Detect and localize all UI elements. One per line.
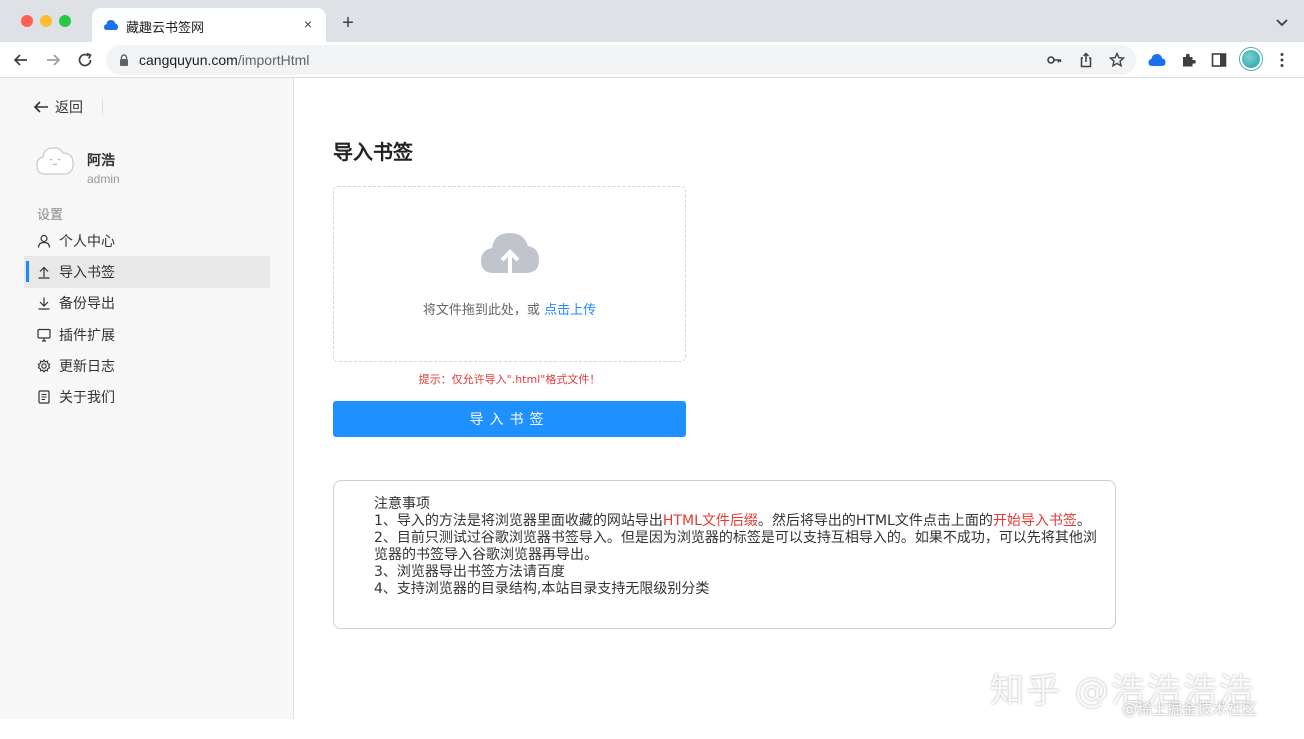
arrow-left-icon (33, 101, 48, 113)
format-hint: 提示：仅允许导入".html"格式文件！ (418, 373, 601, 386)
sidebar-item-import[interactable]: 导入书签 (24, 256, 270, 288)
back-label: 返回 (55, 100, 83, 116)
url-path: /importHtml (237, 52, 310, 68)
page: 返回 阿浩 admin 设置 个人中心 导入书签 备份导出 插件扩展 更新日志 … (0, 78, 1304, 739)
more-menu-icon[interactable] (1273, 51, 1291, 69)
address-bar[interactable]: cangquyun.com/importHtml (106, 45, 1136, 75)
back-arrow-icon[interactable] (11, 50, 31, 70)
dropzone-text: 将文件拖到此处，或 点击上传 (334, 299, 685, 318)
import-bookmarks-button[interactable]: 导入书签 (333, 401, 686, 437)
settings-menu: 个人中心 导入书签 备份导出 插件扩展 更新日志 关于我们 (24, 225, 270, 413)
notes-text: 。然后将导出的HTML文件点击上面的 (757, 513, 993, 529)
user-name: 阿浩 (87, 153, 115, 169)
browser-tabbar: 藏趣云书签网 × + (0, 0, 1304, 42)
lock-icon (120, 54, 128, 66)
sidebar-item-profile[interactable]: 个人中心 (24, 225, 270, 256)
new-tab-button[interactable]: + (338, 13, 358, 33)
sidebar-item-label: 插件扩展 (59, 327, 115, 344)
sidebar: 返回 阿浩 admin 设置 个人中心 导入书签 备份导出 插件扩展 更新日志 … (0, 78, 294, 719)
sidebar-item-label: 备份导出 (59, 296, 115, 313)
upload-link[interactable]: 点击上传 (544, 303, 596, 318)
cloud-upload-icon (481, 233, 539, 273)
sidebar-item-export[interactable]: 备份导出 (24, 288, 270, 319)
notes-text: 1、导入的方法是将浏览器里面收藏的网站导出 (374, 513, 663, 529)
url-host: cangquyun.com (139, 52, 238, 68)
star-icon[interactable] (1109, 52, 1125, 68)
main-content: 导入书签 将文件拖到此处，或 点击上传 提示：仅允许导入".html"格式文件！… (294, 78, 1304, 739)
juejin-watermark: @稀土掘金技术社区 (1122, 700, 1258, 718)
sidebar-item-about[interactable]: 关于我们 (24, 381, 270, 412)
url-text: cangquyun.com/importHtml (139, 52, 309, 68)
tab-title: 藏趣云书签网 (126, 21, 205, 36)
sidebar-item-label: 关于我们 (59, 390, 115, 407)
notes-line-1: 1、导入的方法是将浏览器里面收藏的网站导出HTML文件后缀。然后将导出的HTML… (374, 513, 1103, 530)
side-panel-icon[interactable] (1210, 51, 1228, 69)
dropzone-instruction: 将文件拖到此处，或 (422, 303, 540, 318)
download-icon (38, 297, 50, 310)
document-icon (38, 390, 50, 404)
window-close-button[interactable] (21, 15, 33, 27)
window-zoom-button[interactable] (59, 15, 71, 27)
user-avatar (36, 147, 74, 175)
cloud-favicon-icon (104, 20, 118, 30)
gear-icon (37, 358, 51, 373)
tab-close-icon[interactable]: × (300, 16, 316, 32)
notes-line-2: 2、目前只测试过谷歌浏览器书签导入。但是因为浏览器的标签是可以支持互相导入的。如… (374, 530, 1097, 563)
user-role: admin (87, 172, 120, 186)
notes-heading: 注意事项 (374, 496, 430, 512)
browser-toolbar: cangquyun.com/importHtml (0, 42, 1304, 78)
notes-highlight: 开始导入书签 (992, 513, 1077, 529)
notes-highlight: HTML文件后缀 (662, 513, 758, 529)
browser-tab[interactable]: 藏趣云书签网 × (92, 8, 326, 42)
notes-box: 注意事项 1、导入的方法是将浏览器里面收藏的网站导出HTML文件后缀。然后将导出… (333, 480, 1116, 629)
page-title: 导入书签 (333, 140, 413, 164)
window-minimize-button[interactable] (40, 15, 52, 27)
divider (102, 99, 103, 115)
key-icon[interactable] (1046, 52, 1062, 68)
notes-text: 。 (1076, 513, 1091, 529)
file-dropzone[interactable]: 将文件拖到此处，或 点击上传 (333, 186, 686, 362)
forward-arrow-icon[interactable] (43, 50, 63, 70)
settings-section-label: 设置 (37, 208, 64, 223)
share-icon[interactable] (1078, 52, 1094, 68)
user-icon (37, 234, 51, 248)
upload-icon (38, 266, 50, 279)
puzzle-icon[interactable] (1180, 51, 1198, 69)
profile-avatar[interactable] (1240, 48, 1262, 70)
chevron-down-icon[interactable] (1274, 14, 1290, 30)
notes-line-3: 3、浏览器导出书签方法请百度 (374, 564, 565, 580)
cloud-extension-icon[interactable] (1148, 51, 1166, 69)
back-link[interactable]: 返回 (33, 98, 83, 116)
sidebar-item-label: 个人中心 (59, 233, 115, 250)
sidebar-item-label: 更新日志 (59, 358, 115, 375)
sidebar-item-changelog[interactable]: 更新日志 (24, 350, 270, 381)
reload-icon[interactable] (75, 50, 95, 70)
sidebar-item-label: 导入书签 (59, 264, 115, 281)
monitor-icon (37, 328, 51, 342)
notes-line-4: 4、支持浏览器的目录结构,本站目录支持无限级别分类 (374, 581, 710, 597)
sidebar-item-extensions[interactable]: 插件扩展 (24, 319, 270, 350)
